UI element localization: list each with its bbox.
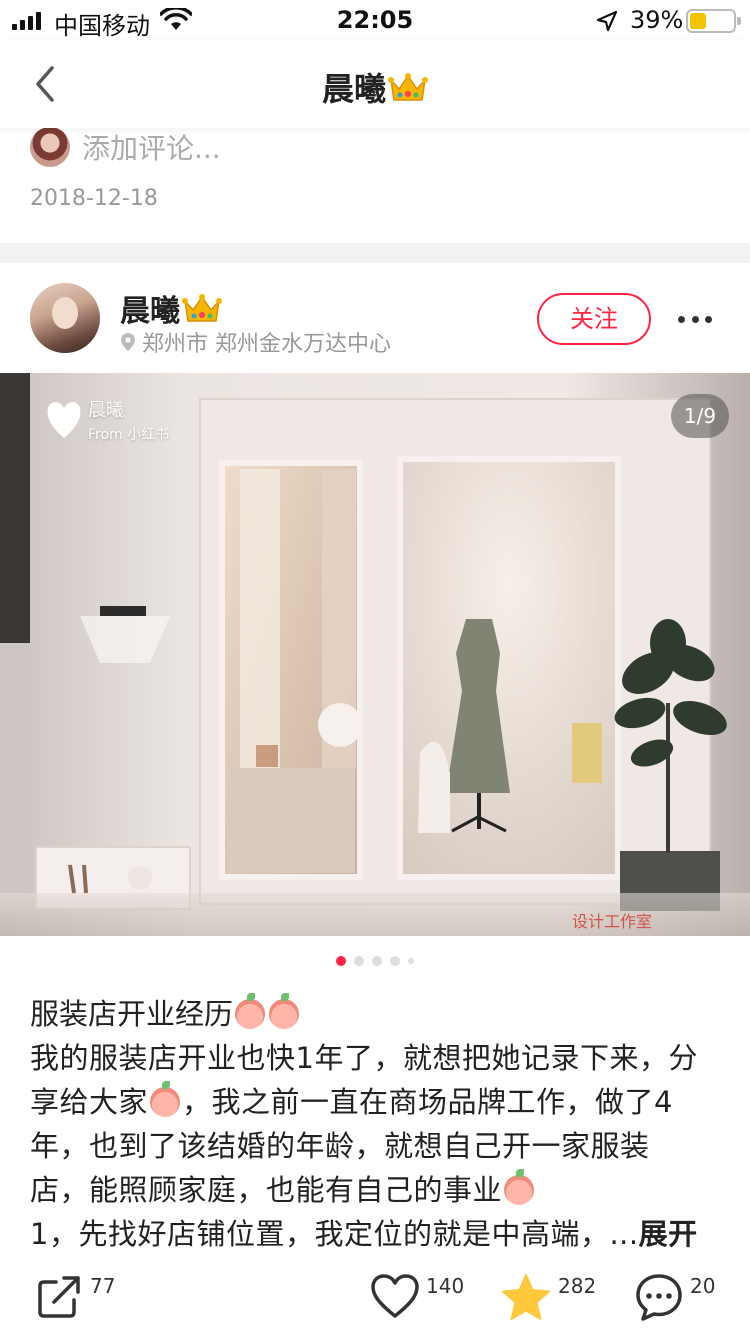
add-comment-row[interactable]: 添加评论... (30, 124, 221, 170)
image-watermark-source: From 小红书 (88, 427, 170, 443)
post-body-segment: 享给大家 (30, 1085, 149, 1119)
peach-emoji-icon (235, 993, 266, 1029)
battery-level-fill (690, 13, 706, 29)
post-title-text: 服装店开业经历 (30, 997, 234, 1031)
page-title: 晨曦 (0, 64, 750, 110)
post-body-line: 年，也到了该结婚的年龄，就想自己开一家服装 (30, 1129, 650, 1163)
post-body: 我的服装店开业也快1年了，就想把她记录下来，分 享给大家 ，我之前一直在商场品牌工… (30, 1036, 720, 1256)
image-pagination (0, 956, 750, 966)
post-body-segment: 1，先找好店铺位置，我定位的就是中高端，... (30, 1217, 639, 1251)
action-bar: 77 140 282 20 (0, 1272, 750, 1334)
heart-icon (371, 1274, 419, 1318)
post-body-line: 店，能照顾家庭，也能有自己的事业 (30, 1168, 720, 1212)
battery-icon (686, 9, 741, 33)
post-body-line: 1，先找好店铺位置，我定位的就是中高端，...展开 (30, 1212, 720, 1256)
brand-watermark: 设计工作室 (572, 912, 653, 931)
share-button[interactable]: 77 (36, 1272, 115, 1320)
image-page-counter: 1/9 (671, 394, 729, 438)
pagination-dot (390, 956, 400, 966)
post-body-line: 我的服装店开业也快1年了，就想把她记录下来，分 (30, 1041, 698, 1075)
author-name[interactable]: 晨曦 (120, 286, 222, 330)
storefront-photo (0, 373, 750, 936)
crown-icon (388, 73, 428, 101)
pagination-dot-active (336, 956, 346, 966)
divider (0, 243, 750, 263)
comment-button[interactable]: 20 (634, 1272, 715, 1322)
author-name-text: 晨曦 (120, 294, 180, 329)
page-title-text: 晨曦 (321, 70, 386, 108)
status-bar: 中国移动 22:05 39% (0, 0, 750, 40)
battery-percent: 39% (630, 6, 684, 34)
crown-icon (182, 294, 222, 322)
follow-button[interactable]: 关注 (537, 293, 651, 345)
post-body-segment: ，我之前一直在商场品牌工作，做了4 (182, 1085, 673, 1119)
comment-icon (636, 1274, 682, 1321)
post-body-line: 享给大家 ，我之前一直在商场品牌工作，做了4 (30, 1080, 720, 1124)
xiaohongshu-logo-icon (47, 402, 81, 438)
expand-button[interactable]: 展开 (639, 1217, 698, 1251)
more-icon[interactable] (678, 304, 712, 334)
map-pin-icon (121, 333, 135, 351)
post-body-segment: 店，能照顾家庭，也能有自己的事业 (30, 1173, 503, 1207)
image-watermark-name: 晨曦 (88, 400, 124, 421)
nav-bar: 晨曦 (0, 40, 750, 128)
peach-emoji-icon (504, 1169, 535, 1205)
pagination-dot (372, 956, 382, 966)
location-text: 郑州市 郑州金水万达中心 (142, 332, 391, 357)
peach-emoji-icon (150, 1081, 181, 1117)
location-tag[interactable]: 郑州市 郑州金水万达中心 (120, 326, 391, 358)
post-image[interactable] (0, 373, 750, 936)
share-icon (38, 1276, 80, 1318)
like-button[interactable]: 140 (370, 1272, 464, 1322)
pagination-dot (354, 956, 364, 966)
avatar (30, 127, 70, 167)
peach-emoji-icon (269, 993, 300, 1029)
collect-button[interactable]: 282 (500, 1272, 596, 1324)
post-date: 2018-12-18 (30, 186, 158, 211)
comment-count: 20 (690, 1274, 716, 1298)
pagination-dot (408, 958, 414, 964)
post-title: 服装店开业经历 (30, 992, 301, 1036)
share-count: 77 (90, 1274, 116, 1298)
like-count: 140 (426, 1274, 465, 1298)
collect-count: 282 (558, 1274, 597, 1298)
author-avatar[interactable] (30, 283, 100, 353)
star-icon (502, 1274, 550, 1320)
location-arrow-icon (596, 10, 618, 32)
add-comment-input[interactable]: 添加评论... (82, 127, 221, 167)
